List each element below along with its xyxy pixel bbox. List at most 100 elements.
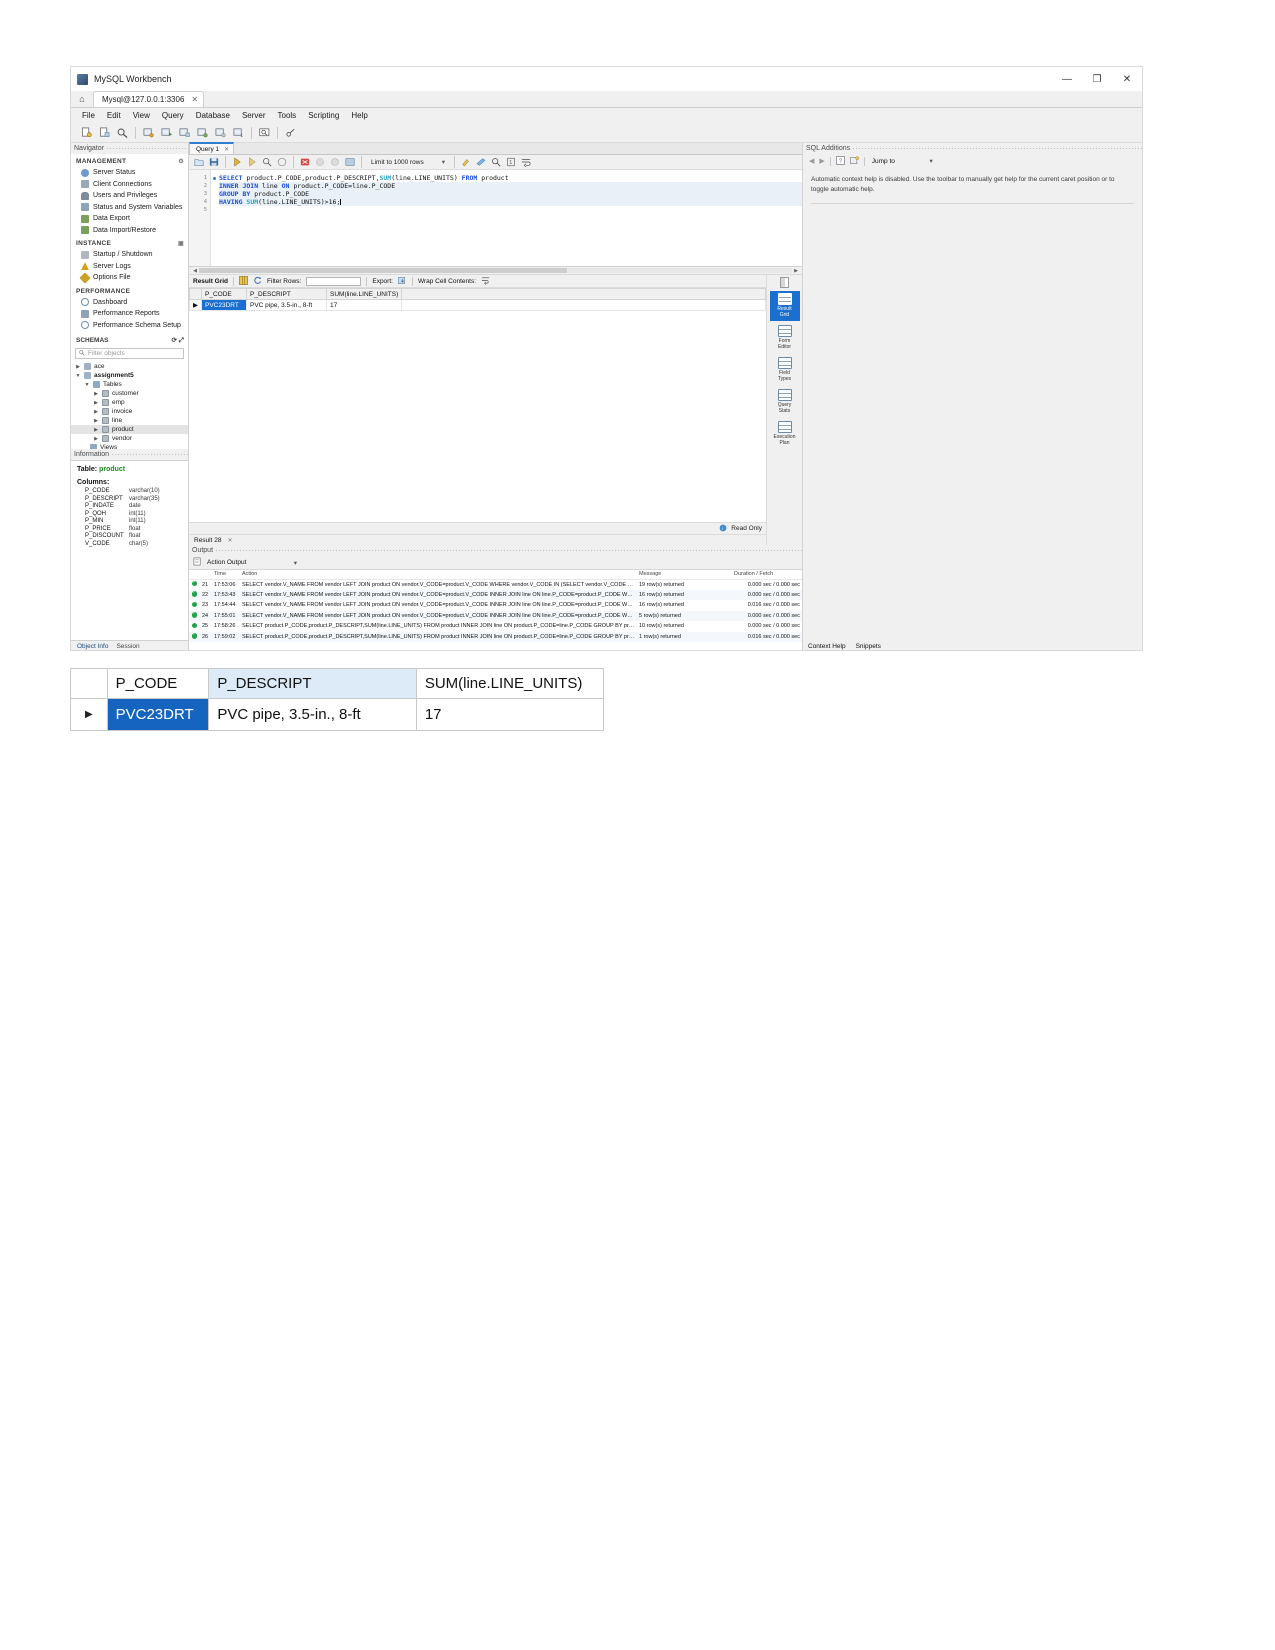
- filter-rows-input[interactable]: [306, 276, 362, 286]
- chevron-down-icon[interactable]: ▾: [442, 158, 445, 166]
- reconnect-icon[interactable]: [283, 125, 298, 140]
- chevron-right-icon[interactable]: ▶: [93, 400, 99, 406]
- column-header-p-code[interactable]: P_CODE: [201, 288, 247, 300]
- nav-item-client-connections[interactable]: Client Connections: [71, 179, 188, 191]
- toggle-stop-on-error-icon[interactable]: [299, 156, 311, 168]
- scroll-right-icon[interactable]: ▶: [792, 268, 800, 274]
- context-help-icon[interactable]: ?: [836, 155, 845, 167]
- navigator-scroll-area[interactable]: MANAGEMENT ⚙ Server Status Client Connec…: [71, 154, 188, 449]
- nav-item-users-privileges[interactable]: Users and Privileges: [71, 190, 188, 202]
- nav-item-performance-schema[interactable]: Performance Schema Setup: [71, 320, 188, 332]
- jump-to-select[interactable]: Jump to ▾: [870, 156, 935, 166]
- scroll-thumb[interactable]: [199, 268, 567, 273]
- execute-statement-icon[interactable]: [159, 125, 174, 140]
- action-output-log[interactable]: Time Action Message Duration / Fetch 21 …: [189, 569, 802, 650]
- stop-icon[interactable]: [276, 156, 288, 168]
- nav-item-status-variables[interactable]: Status and System Variables: [71, 202, 188, 214]
- menu-edit[interactable]: Edit: [102, 110, 126, 121]
- log-row[interactable]: 25 17:58:26 SELECT product.P_CODE,produc…: [189, 621, 802, 632]
- row-marker[interactable]: ▶: [189, 299, 202, 311]
- zoomed-row-marker[interactable]: ▶: [70, 698, 108, 731]
- nav-item-performance-reports[interactable]: Performance Reports: [71, 308, 188, 320]
- zoomed-column-header-sum-line-units[interactable]: SUM(line.LINE_UNITS): [415, 668, 605, 699]
- chevron-right-icon[interactable]: ▶: [93, 409, 99, 415]
- side-button-execution-plan[interactable]: Execution Plan: [770, 419, 800, 449]
- close-button[interactable]: ✕: [1112, 67, 1142, 91]
- column-header-sum-line-units[interactable]: SUM(line.LINE_UNITS): [325, 288, 403, 300]
- search-icon[interactable]: [257, 125, 272, 140]
- configure-icon[interactable]: ⚙: [178, 158, 184, 165]
- tab-snippets[interactable]: Snippets: [856, 643, 881, 650]
- zoomed-cell-sum-units[interactable]: 17: [415, 698, 605, 731]
- zoomed-cell-p-descript[interactable]: PVC pipe, 3.5-in., 8-ft: [208, 698, 417, 731]
- editor-horizontal-scrollbar[interactable]: ◀ ▶: [189, 267, 802, 275]
- filter-objects-input[interactable]: Filter objects: [75, 348, 184, 359]
- tree-item-views[interactable]: Views: [71, 443, 188, 449]
- rollback-icon[interactable]: [329, 156, 341, 168]
- wrap-lines-icon[interactable]: [520, 156, 532, 168]
- grid-view-icon[interactable]: [239, 275, 248, 287]
- new-sql-tab-icon[interactable]: [79, 125, 94, 140]
- result-grid-wrapper[interactable]: P_CODE P_DESCRIPT SUM(line.LINE_UNITS) ▶…: [189, 288, 766, 522]
- sql-editor[interactable]: 1 2 3 4 5 SELECT product.P_CODE,product.…: [189, 170, 802, 267]
- result-tab-label[interactable]: Result 28: [194, 537, 221, 544]
- log-row[interactable]: 23 17:54:44 SELECT vendor.V_NAME FROM ve…: [189, 600, 802, 611]
- execute-current-icon[interactable]: [246, 156, 258, 168]
- nav-item-startup-shutdown[interactable]: Startup / Shutdown: [71, 249, 188, 261]
- side-button-query-stats[interactable]: Query Stats: [770, 387, 800, 417]
- tree-item-tables[interactable]: ▼ Tables: [71, 380, 188, 389]
- chevron-down-icon[interactable]: ▼: [84, 382, 90, 388]
- nav-item-data-export[interactable]: Data Export: [71, 213, 188, 225]
- close-icon[interactable]: ✕: [224, 146, 229, 153]
- log-row[interactable]: 26 17:59:02 SELECT product.P_CODE,produc…: [189, 631, 802, 642]
- menu-tools[interactable]: Tools: [273, 110, 302, 121]
- chevron-right-icon[interactable]: ▶: [75, 364, 81, 370]
- close-icon[interactable]: ✕: [227, 537, 232, 544]
- explain-icon[interactable]: [261, 156, 273, 168]
- save-sql-script-icon[interactable]: [115, 125, 130, 140]
- create-table-icon[interactable]: [195, 125, 210, 140]
- beautify-sql-icon[interactable]: [460, 156, 472, 168]
- export-icon[interactable]: [398, 276, 407, 287]
- search-query-icon[interactable]: [490, 156, 502, 168]
- menu-view[interactable]: View: [128, 110, 155, 121]
- toggle-autocommit-icon[interactable]: [344, 156, 356, 168]
- side-button-field-types[interactable]: Field Types: [770, 355, 800, 385]
- tree-item-line[interactable]: ▶ line: [71, 416, 188, 425]
- wrap-cell-icon[interactable]: [481, 276, 490, 287]
- create-view-icon[interactable]: [213, 125, 228, 140]
- chevron-right-icon[interactable]: ▶: [93, 427, 99, 433]
- log-row[interactable]: 24 17:55:01 SELECT vendor.V_NAME FROM ve…: [189, 610, 802, 621]
- zoomed-cell-p-code[interactable]: PVC23DRT: [106, 698, 210, 731]
- tab-session[interactable]: Session: [116, 643, 139, 650]
- menu-server[interactable]: Server: [237, 110, 271, 121]
- table-row[interactable]: ▶ PVC23DRT PVC pipe, 3.5-in., 8-ft 17: [189, 299, 766, 311]
- side-button-result-grid[interactable]: Result Grid: [769, 291, 800, 321]
- refresh-icon[interactable]: ⟳ ⤢: [172, 336, 184, 345]
- cell-sum-line-units[interactable]: 17: [325, 299, 403, 311]
- zoomed-column-header-p-code[interactable]: P_CODE: [106, 668, 210, 699]
- open-script-icon[interactable]: [193, 156, 205, 168]
- open-sql-script-icon[interactable]: [97, 125, 112, 140]
- create-procedure-icon[interactable]: 1: [231, 125, 246, 140]
- query-tab-1[interactable]: Query 1 ✕: [189, 142, 235, 154]
- zoomed-table-row[interactable]: ▶ PVC23DRT PVC pipe, 3.5-in., 8-ft 17: [70, 698, 605, 731]
- menu-scripting[interactable]: Scripting: [303, 110, 344, 121]
- scroll-left-icon[interactable]: ◀: [191, 268, 199, 274]
- zoomed-column-header-p-descript[interactable]: P_DESCRIPT: [208, 668, 417, 699]
- refresh-grid-icon[interactable]: [253, 276, 262, 287]
- log-row[interactable]: 21 17:53:06 SELECT vendor.V_NAME FROM ve…: [189, 579, 802, 590]
- tree-item-product[interactable]: ▶ product: [71, 425, 188, 434]
- side-button-form-editor[interactable]: Form Editor: [770, 323, 800, 353]
- tree-item-vendor[interactable]: ▶ vendor: [71, 434, 188, 443]
- scroll-track[interactable]: [199, 268, 792, 273]
- close-icon[interactable]: ✕: [191, 95, 198, 104]
- menu-help[interactable]: Help: [346, 110, 372, 121]
- minimize-button[interactable]: —: [1052, 67, 1082, 91]
- tab-object-info[interactable]: Object Info: [77, 643, 108, 650]
- execute-all-icon[interactable]: [231, 156, 243, 168]
- toggle-invisible-chars-icon[interactable]: 1: [505, 156, 517, 168]
- sql-code-area[interactable]: SELECT product.P_CODE,product.P_DESCRIPT…: [211, 170, 802, 266]
- log-row[interactable]: 22 17:53:43 SELECT vendor.V_NAME FROM ve…: [189, 589, 802, 600]
- chevron-down-icon[interactable]: ▼: [75, 373, 81, 379]
